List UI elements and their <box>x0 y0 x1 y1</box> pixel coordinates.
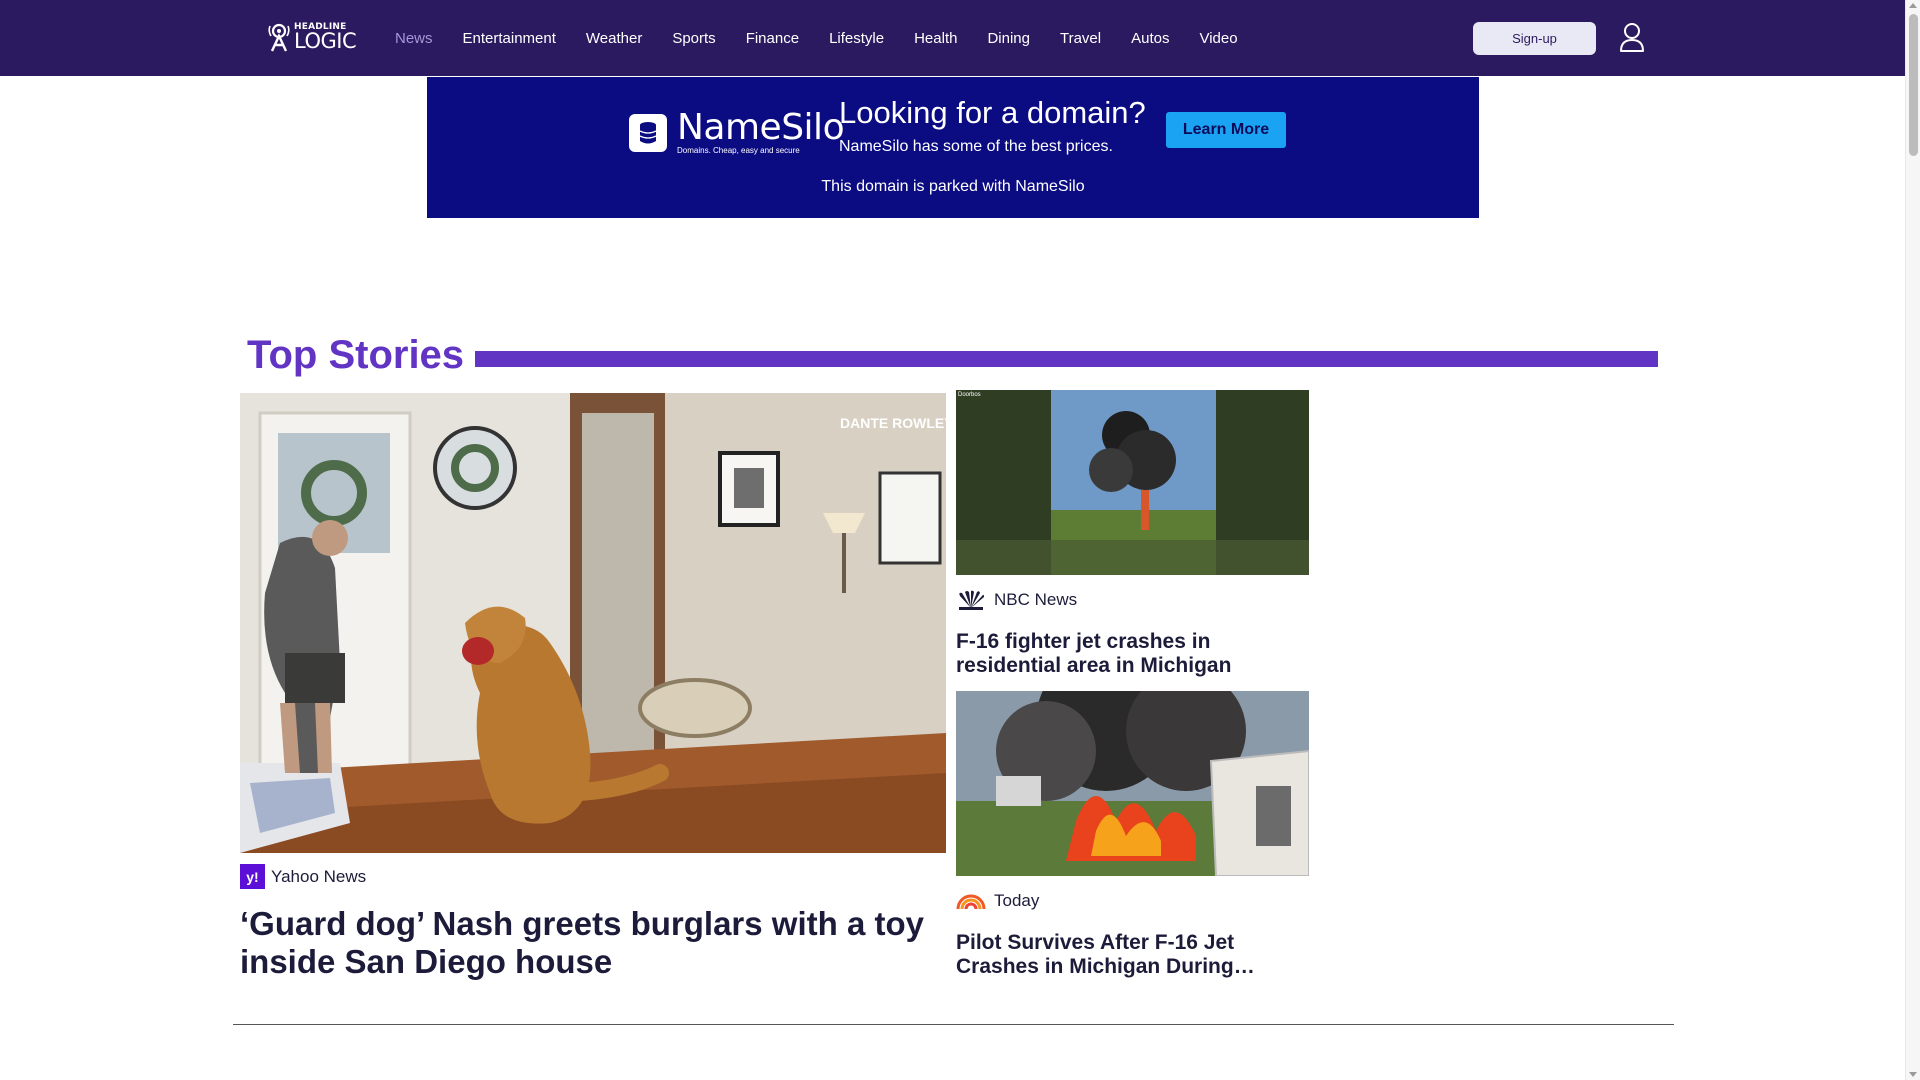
scrollbar-thumb[interactable] <box>1909 14 1918 156</box>
nav-item-entertainment[interactable]: Entertainment <box>463 30 556 47</box>
namesilo-ad-banner[interactable]: NameSilo Domains. Cheap, easy and secure… <box>427 77 1479 218</box>
section-title: Top Stories <box>247 333 465 377</box>
side-story-1-image-caption: Doorbos <box>958 392 981 398</box>
user-icon[interactable] <box>1619 22 1645 52</box>
side-story-2-image[interactable] <box>956 691 1309 876</box>
nav-item-health[interactable]: Health <box>914 30 957 47</box>
section-title-underline <box>475 351 1658 367</box>
nbc-peacock-icon <box>959 590 984 610</box>
main-story-headline[interactable]: ‘Guard dog’ Nash greets burglars with a … <box>240 905 960 981</box>
side-story-1-headline[interactable]: F-16 fighter jet crashes in residential … <box>956 630 1306 678</box>
scroll-up-arrow-icon[interactable] <box>1909 3 1917 8</box>
logo-text-bottom: LOGIC <box>294 28 357 53</box>
nav-item-dining[interactable]: Dining <box>987 30 1030 47</box>
main-image-caption: DANTE ROWLEY <box>840 415 946 431</box>
page-scrollbar[interactable] <box>1905 0 1920 1080</box>
scroll-down-arrow-icon[interactable] <box>1909 1072 1917 1077</box>
logo-mascot-icon <box>268 23 290 52</box>
side-story-1-source[interactable]: NBC News <box>956 590 1077 610</box>
nav-item-weather[interactable]: Weather <box>586 30 642 47</box>
database-icon <box>629 113 667 152</box>
nav-item-lifestyle[interactable]: Lifestyle <box>829 30 884 47</box>
ad-subtext: NameSilo has some of the best prices. <box>839 138 1113 155</box>
nav-item-travel[interactable]: Travel <box>1060 30 1101 47</box>
yahoo-icon: y! <box>240 864 265 889</box>
main-story-source-label: Yahoo News <box>271 866 367 886</box>
side-story-2-source[interactable]: Today <box>956 891 1039 911</box>
nav-item-finance[interactable]: Finance <box>746 30 799 47</box>
nav-item-autos[interactable]: Autos <box>1131 30 1169 47</box>
signup-button[interactable]: Sign-up <box>1473 22 1596 55</box>
main-nav: News Entertainment Weather Sports Financ… <box>395 0 1268 76</box>
site-logo[interactable]: HEADLINE LOGIC <box>268 20 358 54</box>
ad-headline: Looking for a domain? <box>839 95 1146 130</box>
section-divider <box>233 1024 1674 1025</box>
top-navigation-bar: HEADLINE LOGIC News Entertainment Weathe… <box>0 0 1905 76</box>
side-story-1-image[interactable]: Doorbos <box>956 390 1309 575</box>
ad-brand-name: NameSilo <box>677 107 845 148</box>
learn-more-button[interactable]: Learn More <box>1166 112 1286 148</box>
namesilo-logo: NameSilo Domains. Cheap, easy and secure <box>629 107 845 155</box>
ad-brand-tagline: Domains. Cheap, easy and secure <box>677 146 800 155</box>
main-story-image[interactable]: DANTE ROWLEY <box>240 393 946 853</box>
side-story-2-source-label: Today <box>994 891 1040 910</box>
today-rainbow-icon <box>956 894 986 910</box>
main-story-source[interactable]: y! Yahoo News <box>240 864 366 889</box>
nav-item-sports[interactable]: Sports <box>672 30 715 47</box>
side-story-2-headline[interactable]: Pilot Survives After F-16 Jet Crashes in… <box>956 931 1306 979</box>
side-story-1-source-label: NBC News <box>994 590 1078 609</box>
ad-footer-text: This domain is parked with NameSilo <box>821 178 1085 195</box>
nav-item-video[interactable]: Video <box>1199 30 1237 47</box>
nav-item-news[interactable]: News <box>395 30 433 47</box>
